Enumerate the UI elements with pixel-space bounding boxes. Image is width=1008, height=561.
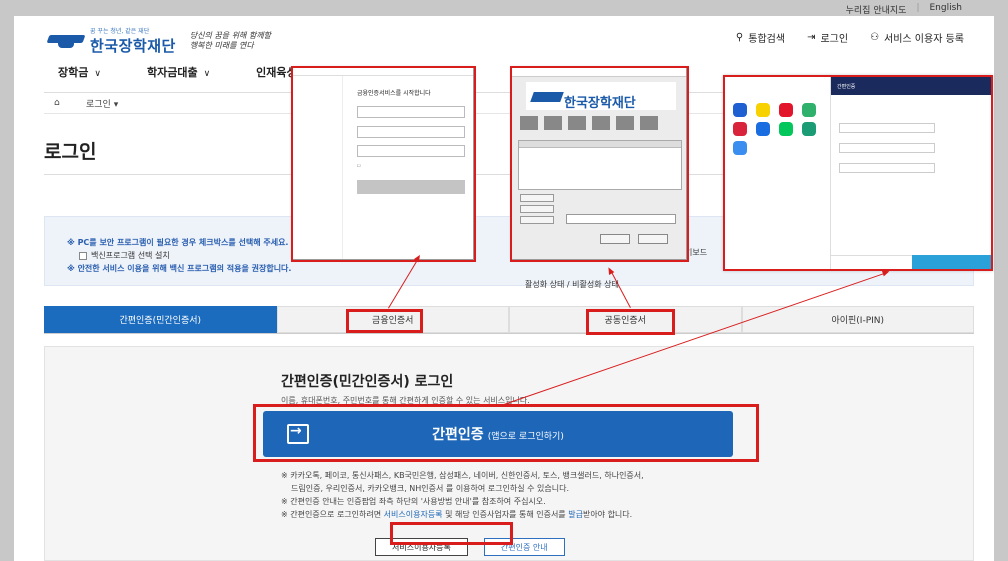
auth-form: 간편인증 bbox=[831, 77, 991, 269]
note-line: ※ 간편인증 안내는 인증팝업 좌측 하단의 '사용방법 안내'를 참조하여 주… bbox=[281, 497, 546, 506]
nav-label: 학자금대출 bbox=[146, 66, 198, 79]
search-button[interactable]: ⚲ 통합검색 bbox=[736, 30, 785, 45]
chevron-down-icon: ∨ bbox=[203, 69, 211, 79]
tab-simple-auth[interactable]: 간편인증(민간인증서) bbox=[44, 306, 277, 333]
note-text: 받아야 합니다. bbox=[582, 510, 633, 519]
notice-line-3: ※ 안전한 서비스 이용을 위해 백신 프로그램의 적용을 권장합니다. bbox=[67, 264, 292, 273]
shinhan-icon[interactable] bbox=[802, 103, 816, 117]
popup-footer bbox=[831, 255, 991, 269]
name-row bbox=[839, 123, 989, 133]
nav-item-loan[interactable]: 학자금대출 ∨ bbox=[101, 64, 210, 90]
breadcrumb-current[interactable]: 로그인 ▾ bbox=[86, 97, 118, 110]
nav-item-talent[interactable]: 인재육성 bbox=[210, 64, 296, 90]
user-plus-icon: ⚇ bbox=[870, 32, 880, 43]
note-line: ※ 카카오톡, 페이코, 통신사패스, KB국민은행, 삼성패스, 네이버, 신… bbox=[281, 471, 644, 480]
divider: | bbox=[916, 3, 920, 13]
payco-icon[interactable] bbox=[779, 103, 793, 117]
pass-icon[interactable] bbox=[733, 122, 747, 136]
sitemap-link[interactable]: 누리집 안내지도 bbox=[846, 3, 907, 16]
note-line: 드림인증, 우리인증서, 카카오뱅크, NH인증서 를 이용하여 로그인하실 수… bbox=[291, 484, 570, 493]
register-label: 서비스 이용자 등록 bbox=[884, 34, 964, 45]
notice-line-1: ※ PC를 보안 프로그램이 필요한 경우 체크박스를 선택해 주세요. bbox=[67, 238, 289, 247]
samsung-icon[interactable] bbox=[756, 122, 770, 136]
top-bar: 누리집 안내지도 | English bbox=[0, 0, 1008, 16]
panel-notes: ※ 카카오톡, 페이코, 통신사패스, KB국민은행, 삼성패스, 네이버, 신… bbox=[281, 469, 751, 521]
toss-icon[interactable] bbox=[733, 141, 747, 155]
vaccine-checkbox[interactable] bbox=[79, 251, 87, 260]
name-input[interactable] bbox=[839, 123, 935, 133]
note-line: ※ 간편인증으로 로그인하려면 서비스이용자등록 및 해당 인증사업자를 통해 … bbox=[281, 508, 751, 521]
birth-input[interactable] bbox=[839, 143, 935, 153]
highlight-financial-tab bbox=[346, 309, 423, 333]
slogan-line-1: 당신의 꿈을 위해 함께할 bbox=[189, 31, 272, 40]
provider-list bbox=[725, 77, 831, 269]
register-link[interactable]: 서비스이용자등록 bbox=[384, 510, 443, 519]
page-title: 로그인 bbox=[44, 141, 97, 163]
highlight-joint-popup bbox=[510, 66, 689, 262]
breadcrumb-label: 로그인 bbox=[86, 99, 111, 110]
logo-tagline: 꿈 꾸는 청년, 같은 재단 bbox=[90, 28, 150, 35]
graduation-cap-icon bbox=[48, 33, 84, 49]
search-label: 통합검색 bbox=[748, 34, 786, 45]
header-actions: ⚲ 통합검색 ⇥ 로그인 ⚇ 서비스 이용자 등록 bbox=[736, 30, 964, 45]
site-header: 꿈 꾸는 청년, 같은 재단 한국장학재단 당신의 꿈을 위해 함께할 행복한 … bbox=[14, 16, 994, 60]
panel-title: 간편인증(민간인증서) 로그인 bbox=[281, 374, 454, 390]
chevron-down-icon: ∨ bbox=[94, 69, 101, 79]
highlight-joint-tab bbox=[586, 309, 675, 335]
note-text: 및 해당 인증사업자를 통해 인증서를 bbox=[442, 510, 569, 519]
auth-tabs: 간편인증(민간인증서) 금융인증서 공동인증서 아이핀(I-PIN) bbox=[44, 306, 974, 334]
site-logo[interactable]: 꿈 꾸는 청년, 같은 재단 한국장학재단 당신의 꿈을 위해 함께할 행복한 … bbox=[48, 26, 271, 56]
register-button[interactable]: ⚇ 서비스 이용자 등록 bbox=[870, 30, 964, 45]
login-icon: ⇥ bbox=[807, 32, 816, 43]
cancel-button[interactable] bbox=[831, 255, 912, 269]
highlight-simple-auth-button bbox=[253, 404, 759, 462]
nav-item-scholarship[interactable]: 장학금 ∨ bbox=[14, 64, 101, 90]
naver-icon[interactable] bbox=[779, 122, 793, 136]
hana-icon[interactable] bbox=[802, 122, 816, 136]
english-link[interactable]: English bbox=[930, 3, 963, 16]
highlight-register-button bbox=[390, 522, 513, 545]
vaccine-checkbox-row[interactable]: 백신프로그램 선택 설치 bbox=[79, 250, 170, 261]
birth-row bbox=[839, 143, 989, 153]
simple-auth-popup: 간편인증 bbox=[723, 75, 993, 271]
popup-header: 간편인증 bbox=[831, 77, 991, 95]
confirm-button[interactable] bbox=[912, 255, 991, 269]
highlight-financial-popup bbox=[291, 66, 476, 262]
search-icon: ⚲ bbox=[735, 32, 744, 43]
vaccine-label: 백신프로그램 선택 설치 bbox=[91, 251, 170, 260]
home-icon[interactable]: ⌂ bbox=[44, 98, 66, 108]
logo-text: 꿈 꾸는 청년, 같은 재단 한국장학재단 bbox=[90, 26, 176, 56]
kakao-icon[interactable] bbox=[756, 103, 770, 117]
logo-name: 한국장학재단 bbox=[90, 37, 176, 55]
login-label: 로그인 bbox=[820, 34, 849, 45]
phone-row bbox=[839, 163, 989, 173]
login-button[interactable]: ⇥ 로그인 bbox=[807, 30, 848, 45]
slogan-line-2: 행복한 미래를 연다 bbox=[189, 41, 254, 50]
nav-label: 장학금 bbox=[58, 66, 89, 79]
kb-icon[interactable] bbox=[733, 103, 747, 117]
provider-grid bbox=[733, 103, 820, 155]
issue-link[interactable]: 발급 bbox=[568, 510, 583, 519]
top-links: 누리집 안내지도 | English bbox=[846, 3, 962, 16]
note-text: ※ 간편인증으로 로그인하려면 bbox=[281, 510, 384, 519]
keyboard-status: 활성화 상태 / 비활성화 상태 bbox=[525, 280, 619, 289]
phone-input[interactable] bbox=[839, 163, 935, 173]
slogan: 당신의 꿈을 위해 함께할 행복한 미래를 연다 bbox=[190, 31, 271, 51]
